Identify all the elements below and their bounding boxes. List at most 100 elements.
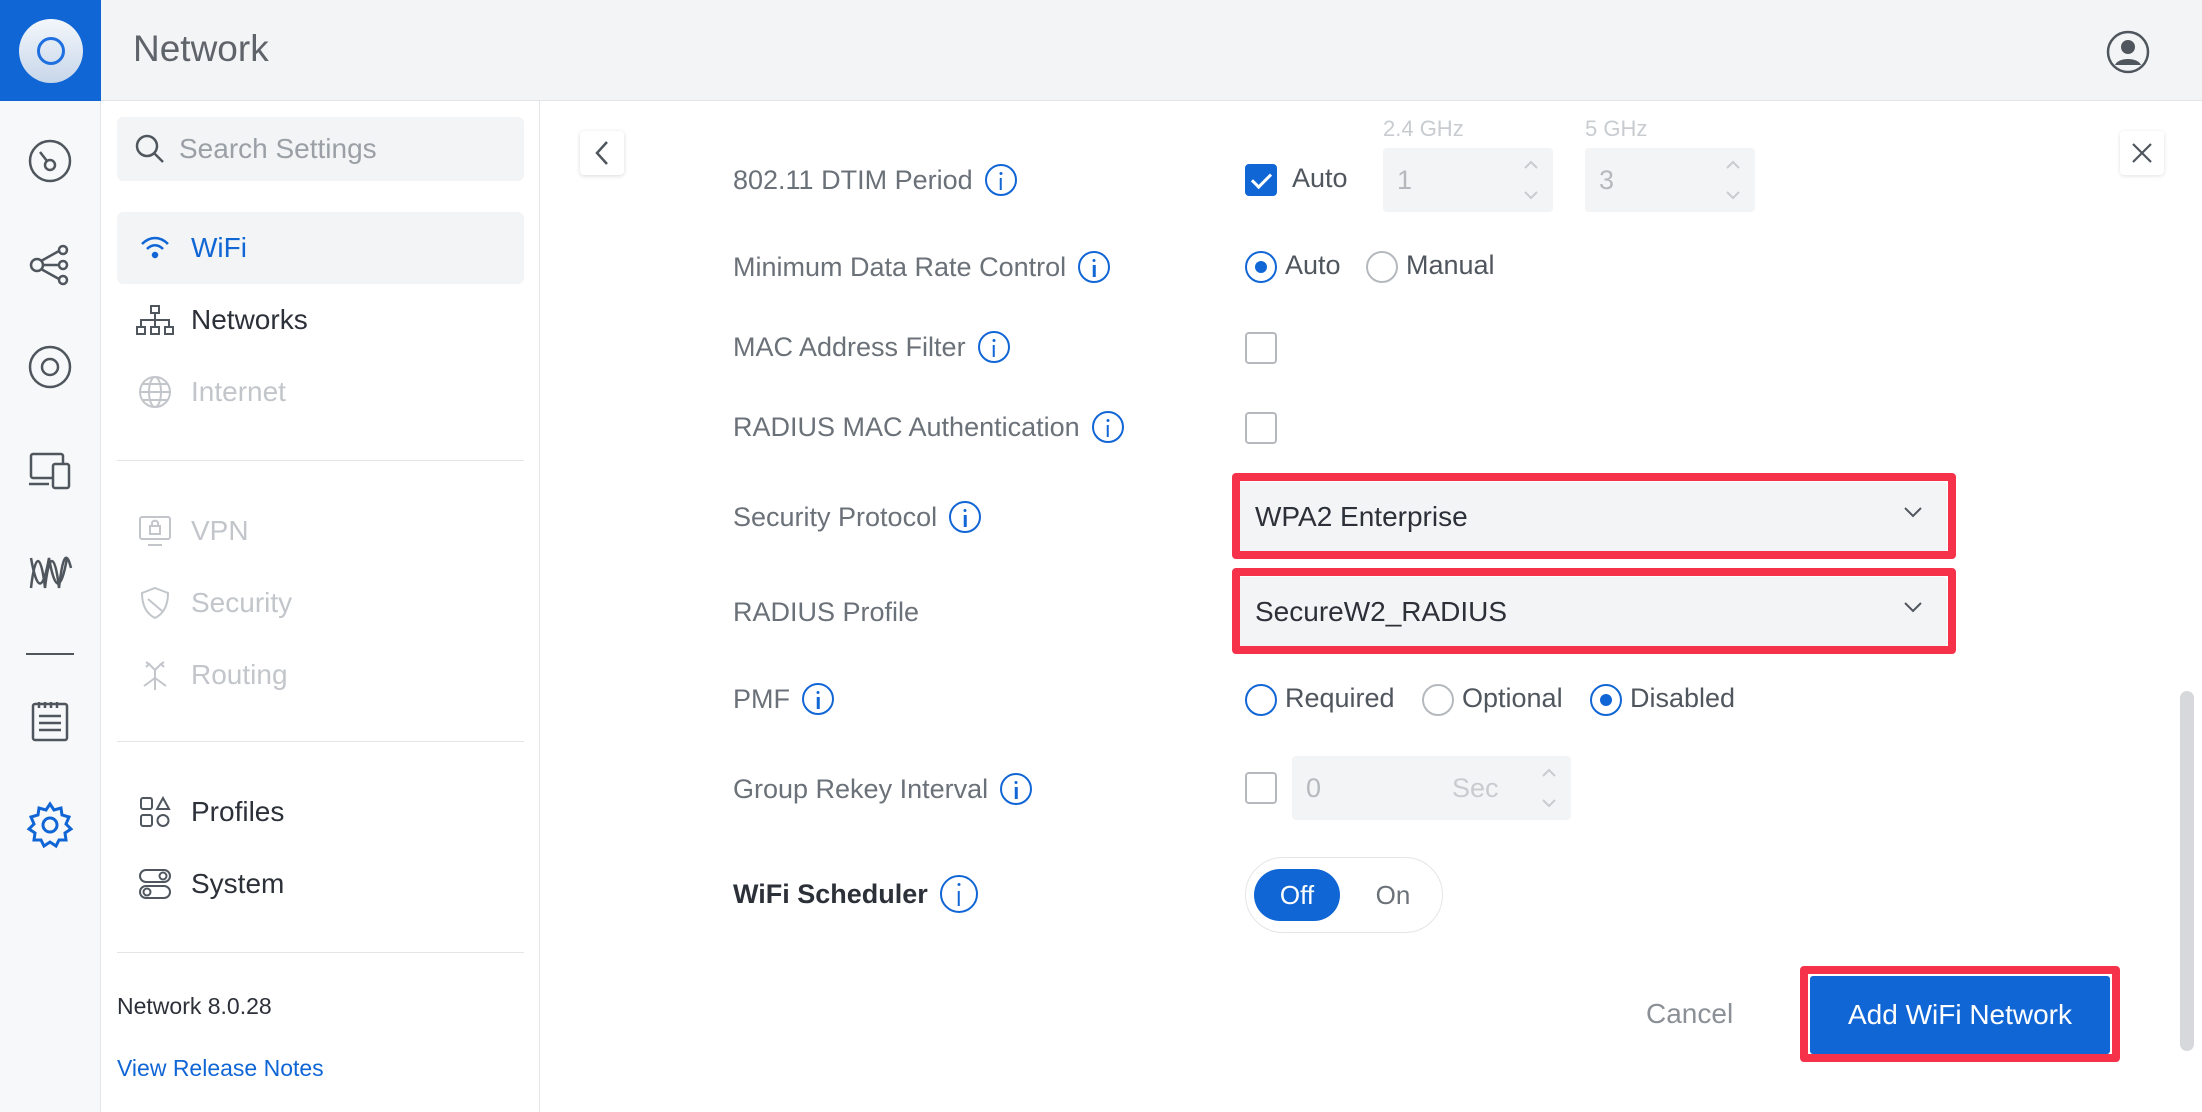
radius-mac-auth-label-row: RADIUS MAC Authentication [733, 411, 1124, 443]
pmf-required-label: Required [1285, 683, 1395, 713]
info-icon[interactable] [802, 683, 834, 715]
min-data-rate-auto-label: Auto [1285, 250, 1341, 280]
release-notes-link[interactable]: View Release Notes [117, 1055, 324, 1082]
info-icon[interactable] [949, 501, 982, 533]
sidebar-item-internet[interactable]: Internet [117, 356, 524, 428]
app-logo[interactable] [0, 0, 101, 101]
info-icon[interactable] [984, 164, 1017, 196]
sidebar-item-profiles[interactable]: Profiles [117, 776, 524, 848]
wifi-scheduler-label-row: WiFi Scheduler [733, 875, 978, 913]
shield-icon [135, 583, 175, 623]
min-data-rate-manual-radio[interactable] [1366, 251, 1398, 283]
search-input[interactable] [179, 133, 509, 165]
dashboard-icon[interactable] [26, 137, 74, 185]
sidebar-item-label: Security [191, 587, 293, 618]
wifi-scheduler-label: WiFi Scheduler [733, 878, 928, 909]
highlight-box [1232, 568, 1956, 654]
pmf-disabled-radio[interactable] [1590, 684, 1622, 716]
sidebar-divider [117, 460, 524, 461]
dtim-auto-label: Auto [1292, 163, 1348, 193]
version-label: Network 8.0.28 [117, 993, 272, 1019]
settings-gear-icon[interactable] [26, 801, 74, 849]
globe-icon [135, 372, 175, 412]
wifi-form-panel: 802.11 DTIM Period Auto 2.4 GHz 5 GHz 1 … [540, 101, 2202, 1112]
info-icon[interactable] [939, 875, 978, 913]
stepper-icon[interactable] [1541, 764, 1557, 812]
user-avatar-icon[interactable] [2106, 30, 2150, 74]
system-icon [135, 864, 175, 904]
radius-mac-auth-label: RADIUS MAC Authentication [733, 411, 1080, 442]
sidebar-item-label: WiFi [191, 232, 247, 263]
radius-profile-label-row: RADIUS Profile [733, 597, 919, 628]
sidebar-item-wifi[interactable]: WiFi [117, 212, 524, 284]
sidebar-item-vpn[interactable]: VPN [117, 495, 524, 567]
mac-filter-label: MAC Address Filter [733, 331, 966, 362]
info-icon[interactable] [977, 331, 1010, 363]
stepper-icon[interactable] [1523, 156, 1539, 204]
min-data-rate-label-row: Minimum Data Rate Control [733, 251, 1111, 283]
cancel-button[interactable]: Cancel [1646, 998, 1733, 1030]
back-button[interactable] [580, 131, 624, 175]
icon-rail [0, 101, 101, 1112]
pmf-optional-radio[interactable] [1422, 684, 1454, 716]
routing-icon [135, 655, 175, 695]
radius-mac-auth-checkbox[interactable] [1245, 412, 1277, 444]
dtim-label-row: 802.11 DTIM Period [733, 164, 1017, 196]
network-tree-icon [135, 300, 175, 340]
radius-profile-label: RADIUS Profile [733, 597, 920, 627]
dtim-auto-checkbox[interactable] [1245, 164, 1277, 196]
security-protocol-label: Security Protocol [733, 501, 938, 532]
wifi-scheduler-toggle[interactable]: Off On [1245, 857, 1443, 933]
group-rekey-checkbox[interactable] [1245, 772, 1277, 804]
profiles-icon [135, 792, 175, 832]
search-box[interactable] [117, 117, 524, 181]
dtim-5-input[interactable]: 3 [1585, 148, 1755, 212]
scrollbar[interactable] [2180, 691, 2194, 1051]
stepper-icon[interactable] [1725, 156, 1741, 204]
close-button[interactable] [2120, 131, 2164, 175]
band-24-label: 2.4 GHz [1383, 116, 1464, 141]
sidebar-item-label: Networks [191, 304, 308, 335]
sidebar-divider [117, 952, 524, 953]
statistics-icon[interactable] [26, 547, 74, 595]
toggle-off-option[interactable]: Off [1254, 869, 1340, 921]
close-icon [2132, 143, 2152, 163]
logs-icon[interactable] [26, 697, 74, 745]
sidebar-item-system[interactable]: System [117, 848, 524, 920]
top-bar: Network [0, 0, 2202, 101]
sidebar-item-label: Routing [191, 659, 288, 690]
topology-icon[interactable] [26, 241, 74, 289]
toggle-on-option[interactable]: On [1350, 869, 1436, 921]
info-icon[interactable] [1091, 411, 1124, 443]
sidebar-divider [117, 741, 524, 742]
sidebar-item-label: Internet [191, 376, 286, 407]
chevron-left-icon [595, 141, 608, 165]
mac-filter-checkbox[interactable] [1245, 332, 1277, 364]
sidebar-item-security[interactable]: Security [117, 567, 524, 639]
group-rekey-unit: Sec [1452, 772, 1499, 803]
sidebar-item-label: VPN [191, 515, 249, 546]
pmf-label-row: PMF [733, 683, 834, 715]
sidebar-item-label: System [191, 868, 285, 899]
dtim-24-input[interactable]: 1 [1383, 148, 1553, 212]
pmf-label: PMF [733, 683, 790, 714]
vpn-icon [135, 511, 175, 551]
security-protocol-label-row: Security Protocol [733, 501, 982, 533]
settings-sidebar: WiFi Networks Internet VPN Security Rout… [101, 101, 540, 1112]
highlight-box [1232, 473, 1956, 559]
sidebar-item-networks[interactable]: Networks [117, 284, 524, 356]
app-title: Network [133, 28, 269, 69]
group-rekey-input[interactable]: 0 Sec [1292, 756, 1571, 820]
min-data-rate-manual-label: Manual [1406, 250, 1495, 280]
info-icon[interactable] [1078, 251, 1111, 283]
info-icon[interactable] [1000, 773, 1033, 805]
wifi-icon [135, 228, 175, 268]
pmf-required-radio[interactable] [1245, 684, 1277, 716]
clients-icon[interactable] [26, 445, 74, 493]
sidebar-item-label: Profiles [191, 796, 285, 827]
logo-icon [18, 18, 83, 83]
devices-icon[interactable] [26, 343, 74, 391]
sidebar-item-routing[interactable]: Routing [117, 639, 524, 711]
highlight-box [1800, 966, 2120, 1062]
min-data-rate-auto-radio[interactable] [1245, 251, 1277, 283]
